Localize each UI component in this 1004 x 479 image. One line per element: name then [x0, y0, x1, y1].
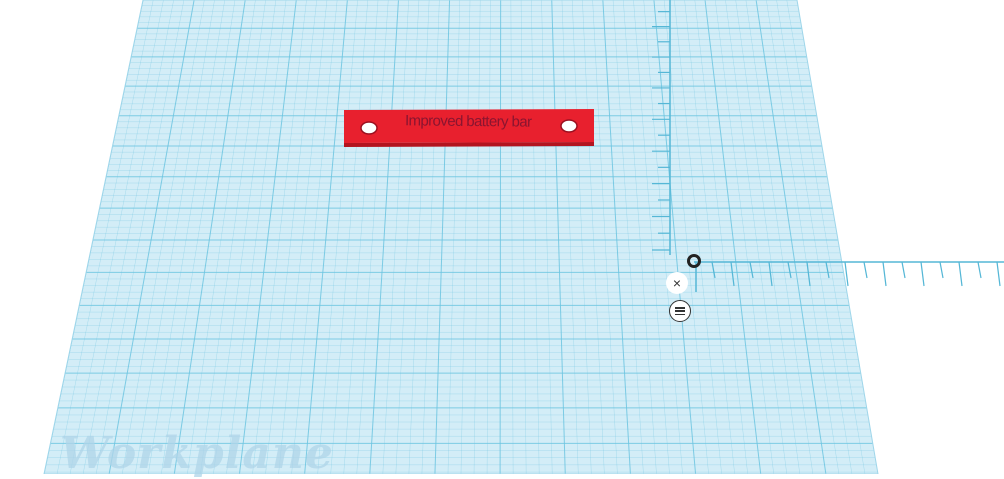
workplane-surface[interactable] — [44, 0, 878, 474]
part-engraved-text: Improved battery bar — [404, 112, 532, 131]
menu-icon[interactable] — [669, 300, 691, 322]
close-icon[interactable]: × — [666, 272, 688, 294]
ruler-x-axis — [694, 261, 1004, 292]
workplane-grid[interactable] — [0, 0, 1004, 474]
workplane-label: Workplane — [60, 428, 334, 479]
3d-viewport[interactable]: × Improved battery bar Workplane — [0, 0, 1004, 479]
ruler-origin-handle[interactable] — [687, 254, 701, 268]
close-glyph: × — [672, 275, 682, 291]
hamburger-lines — [675, 307, 685, 315]
